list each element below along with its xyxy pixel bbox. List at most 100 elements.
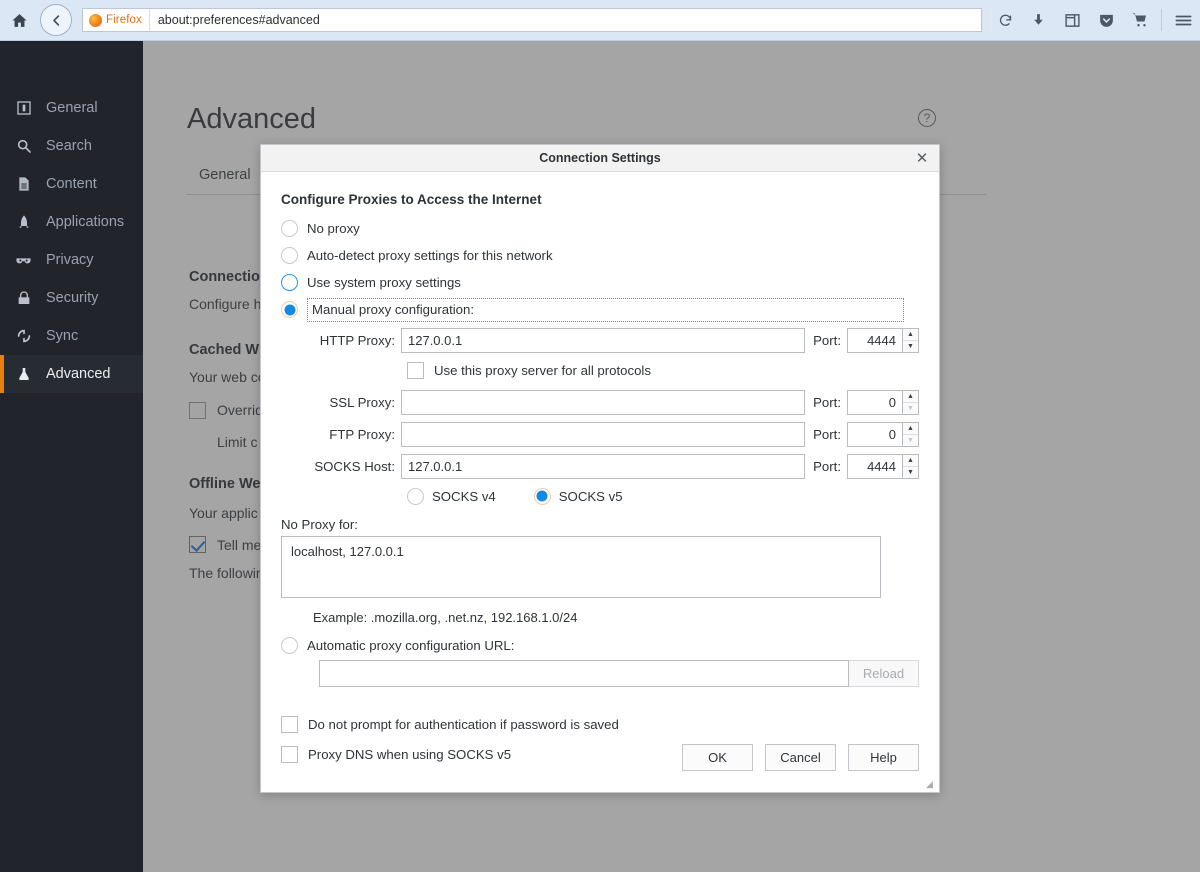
sidebar-item-label: Security [46, 290, 98, 306]
sidebar-item-general[interactable]: General [0, 89, 143, 127]
socks-port-stepper[interactable]: ▲ ▼ [847, 454, 919, 479]
manual-proxy-focus-box: Manual proxy configuration: [307, 298, 904, 322]
ftp-port-label: Port: [813, 427, 847, 442]
spinner-up-icon[interactable]: ▲ [903, 423, 918, 435]
radio-manual-proxy-label: Manual proxy configuration: [312, 302, 474, 317]
http-port-label: Port: [813, 333, 847, 348]
sidebar-item-label: Advanced [46, 366, 111, 382]
ftp-port-spinner[interactable]: ▲ ▼ [902, 422, 919, 447]
ftp-port-input[interactable] [847, 422, 902, 447]
dialog-title: Connection Settings [539, 151, 661, 165]
socks-port-label: Port: [813, 459, 847, 474]
radio-system-proxy[interactable]: Use system proxy settings [281, 269, 919, 296]
ssl-proxy-input[interactable] [401, 390, 805, 415]
no-auth-prompt-row[interactable]: Do not prompt for authentication if pass… [281, 709, 919, 739]
http-proxy-row: HTTP Proxy: Port: ▲ ▼ [281, 325, 919, 355]
sidebar-item-search[interactable]: Search [0, 127, 143, 165]
ssl-port-label: Port: [813, 395, 847, 410]
http-proxy-input[interactable] [401, 328, 805, 353]
firefox-logo-icon [89, 14, 102, 27]
toolbar-divider [1161, 9, 1162, 31]
applications-icon [14, 213, 33, 232]
sidebar-item-label: Content [46, 176, 97, 192]
sidebar-item-sync[interactable]: Sync [0, 317, 143, 355]
http-port-stepper[interactable]: ▲ ▼ [847, 328, 919, 353]
radio-manual-proxy-indicator [281, 301, 298, 318]
ok-button[interactable]: OK [682, 744, 753, 771]
sidebar-item-privacy[interactable]: Privacy [0, 241, 143, 279]
socks-host-input[interactable] [401, 454, 805, 479]
no-auth-prompt-label: Do not prompt for authentication if pass… [308, 717, 619, 732]
sidebar-icon[interactable] [1055, 0, 1089, 41]
radio-pac-url[interactable]: Automatic proxy configuration URL: [281, 637, 919, 654]
content-icon [14, 175, 33, 194]
no-proxy-example-text: Example: .mozilla.org, .net.nz, 192.168.… [313, 610, 919, 625]
radio-no-proxy[interactable]: No proxy [281, 215, 919, 242]
sync-icon [14, 327, 33, 346]
pac-url-row: Reload [319, 660, 919, 687]
sidebar-item-applications[interactable]: Applications [0, 203, 143, 241]
no-auth-prompt-checkbox[interactable] [281, 716, 298, 733]
identity-label: Firefox [106, 14, 142, 26]
spinner-down-icon[interactable]: ▼ [903, 341, 918, 352]
ftp-proxy-row: FTP Proxy: Port: ▲ ▼ [281, 419, 919, 449]
no-proxy-for-textarea[interactable] [281, 536, 881, 598]
help-button[interactable]: Help [848, 744, 919, 771]
radio-auto-detect[interactable]: Auto-detect proxy settings for this netw… [281, 242, 919, 269]
identity-box[interactable]: Firefox [83, 9, 150, 31]
radio-socks-v5-indicator[interactable] [534, 488, 551, 505]
radio-socks-v4-indicator[interactable] [407, 488, 424, 505]
spinner-up-icon[interactable]: ▲ [903, 329, 918, 341]
socks-port-input[interactable] [847, 454, 902, 479]
reload-pac-button[interactable]: Reload [849, 660, 919, 687]
sidebar-item-label: Applications [46, 214, 124, 230]
socks-port-spinner[interactable]: ▲ ▼ [902, 454, 919, 479]
advanced-flask-icon [14, 365, 33, 384]
ftp-port-stepper[interactable]: ▲ ▼ [847, 422, 919, 447]
privacy-mask-icon [14, 251, 33, 270]
sidebar-item-advanced[interactable]: Advanced [0, 355, 143, 393]
search-icon [14, 137, 33, 156]
socks-host-label: SOCKS Host: [281, 459, 401, 474]
downloads-icon[interactable] [1021, 0, 1055, 41]
home-icon[interactable] [0, 0, 38, 41]
resize-grip[interactable]: ◢ [926, 780, 936, 790]
radio-no-proxy-indicator [281, 220, 298, 237]
sidebar-item-content[interactable]: Content [0, 165, 143, 203]
http-port-spinner[interactable]: ▲ ▼ [902, 328, 919, 353]
spinner-up-icon[interactable]: ▲ [903, 455, 918, 467]
menu-icon[interactable] [1166, 0, 1200, 41]
dialog-body: Configure Proxies to Access the Internet… [261, 172, 939, 793]
proxy-dns-label: Proxy DNS when using SOCKS v5 [308, 747, 511, 762]
spinner-down-icon[interactable]: ▼ [903, 467, 918, 478]
ssl-port-stepper[interactable]: ▲ ▼ [847, 390, 919, 415]
cancel-button[interactable]: Cancel [765, 744, 836, 771]
ssl-proxy-label: SSL Proxy: [281, 395, 401, 410]
close-icon[interactable]: ✕ [913, 149, 931, 167]
radio-manual-proxy[interactable]: Manual proxy configuration: [281, 296, 919, 323]
socks-version-row: SOCKS v4 SOCKS v5 [281, 481, 919, 511]
proxy-dns-checkbox[interactable] [281, 746, 298, 763]
reload-icon[interactable] [990, 8, 1020, 32]
browser-toolbar: Firefox about:preferences#advanced [0, 0, 1200, 41]
dialog-titlebar: Connection Settings ✕ [261, 145, 939, 172]
radio-pac-url-indicator [281, 637, 298, 654]
spinner-up-icon[interactable]: ▲ [903, 391, 918, 403]
cart-icon[interactable] [1123, 0, 1157, 41]
http-port-input[interactable] [847, 328, 902, 353]
use-for-all-protocols-row[interactable]: Use this proxy server for all protocols [281, 355, 919, 385]
connection-settings-dialog: Connection Settings ✕ Configure Proxies … [260, 144, 940, 793]
ssl-port-spinner[interactable]: ▲ ▼ [902, 390, 919, 415]
sidebar-item-security[interactable]: Security [0, 279, 143, 317]
back-button[interactable] [40, 4, 72, 36]
radio-socks-v4-label: SOCKS v4 [432, 489, 496, 504]
radio-auto-detect-label: Auto-detect proxy settings for this netw… [307, 248, 553, 263]
ftp-proxy-input[interactable] [401, 422, 805, 447]
use-for-all-protocols-checkbox[interactable] [407, 362, 424, 379]
url-bar[interactable]: Firefox about:preferences#advanced [82, 8, 982, 32]
ssl-port-input[interactable] [847, 390, 902, 415]
pac-url-input[interactable] [319, 660, 849, 687]
ftp-proxy-label: FTP Proxy: [281, 427, 401, 442]
pocket-icon[interactable] [1089, 0, 1123, 41]
sidebar-item-label: Search [46, 138, 92, 154]
